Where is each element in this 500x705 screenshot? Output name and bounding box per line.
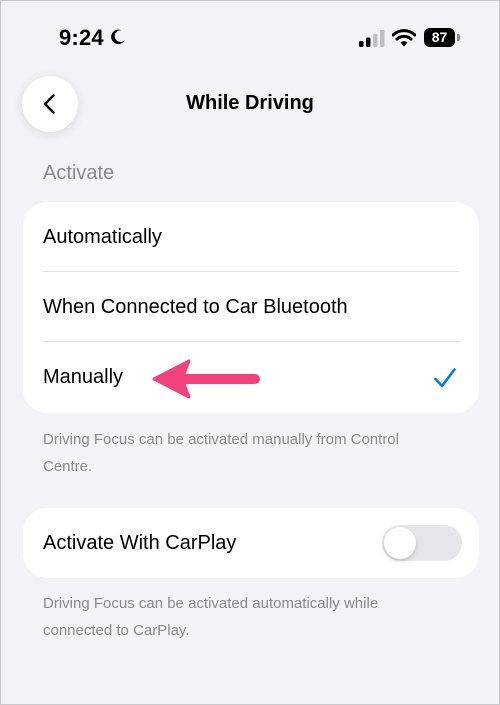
carplay-toggle[interactable]	[382, 525, 462, 561]
screen: 9:24 87 While Driving Activate Automatic…	[0, 0, 500, 705]
wifi-icon	[392, 29, 416, 47]
section-header-activate: Activate	[43, 162, 115, 184]
toggle-knob	[384, 527, 416, 559]
option-label: Automatically	[43, 225, 162, 248]
signal-icon	[359, 30, 385, 47]
battery-level: 87	[424, 28, 455, 47]
activate-footnote: Driving Focus can be activated manually …	[43, 431, 399, 475]
option-label: When Connected to Car Bluetooth	[43, 295, 348, 318]
page-title: While Driving	[186, 92, 314, 114]
option-automatically[interactable]: Automatically	[23, 202, 479, 272]
carplay-card: Activate With CarPlay	[23, 508, 479, 578]
option-car-bluetooth[interactable]: When Connected to Car Bluetooth	[23, 272, 479, 342]
checkmark-icon	[434, 368, 456, 388]
option-label: Manually	[43, 366, 124, 388]
moon-icon	[111, 29, 125, 45]
carplay-row: Activate With CarPlay	[23, 508, 479, 578]
battery-icon: 87	[424, 28, 460, 47]
status-time: 9:24	[59, 25, 104, 50]
battery-tip	[457, 34, 460, 41]
carplay-label: Activate With CarPlay	[43, 532, 237, 554]
status-bar: 9:24 87	[1, 1, 499, 71]
carplay-footnote: Driving Focus can be activated automatic…	[43, 595, 379, 639]
annotation-arrow-icon	[152, 359, 260, 399]
